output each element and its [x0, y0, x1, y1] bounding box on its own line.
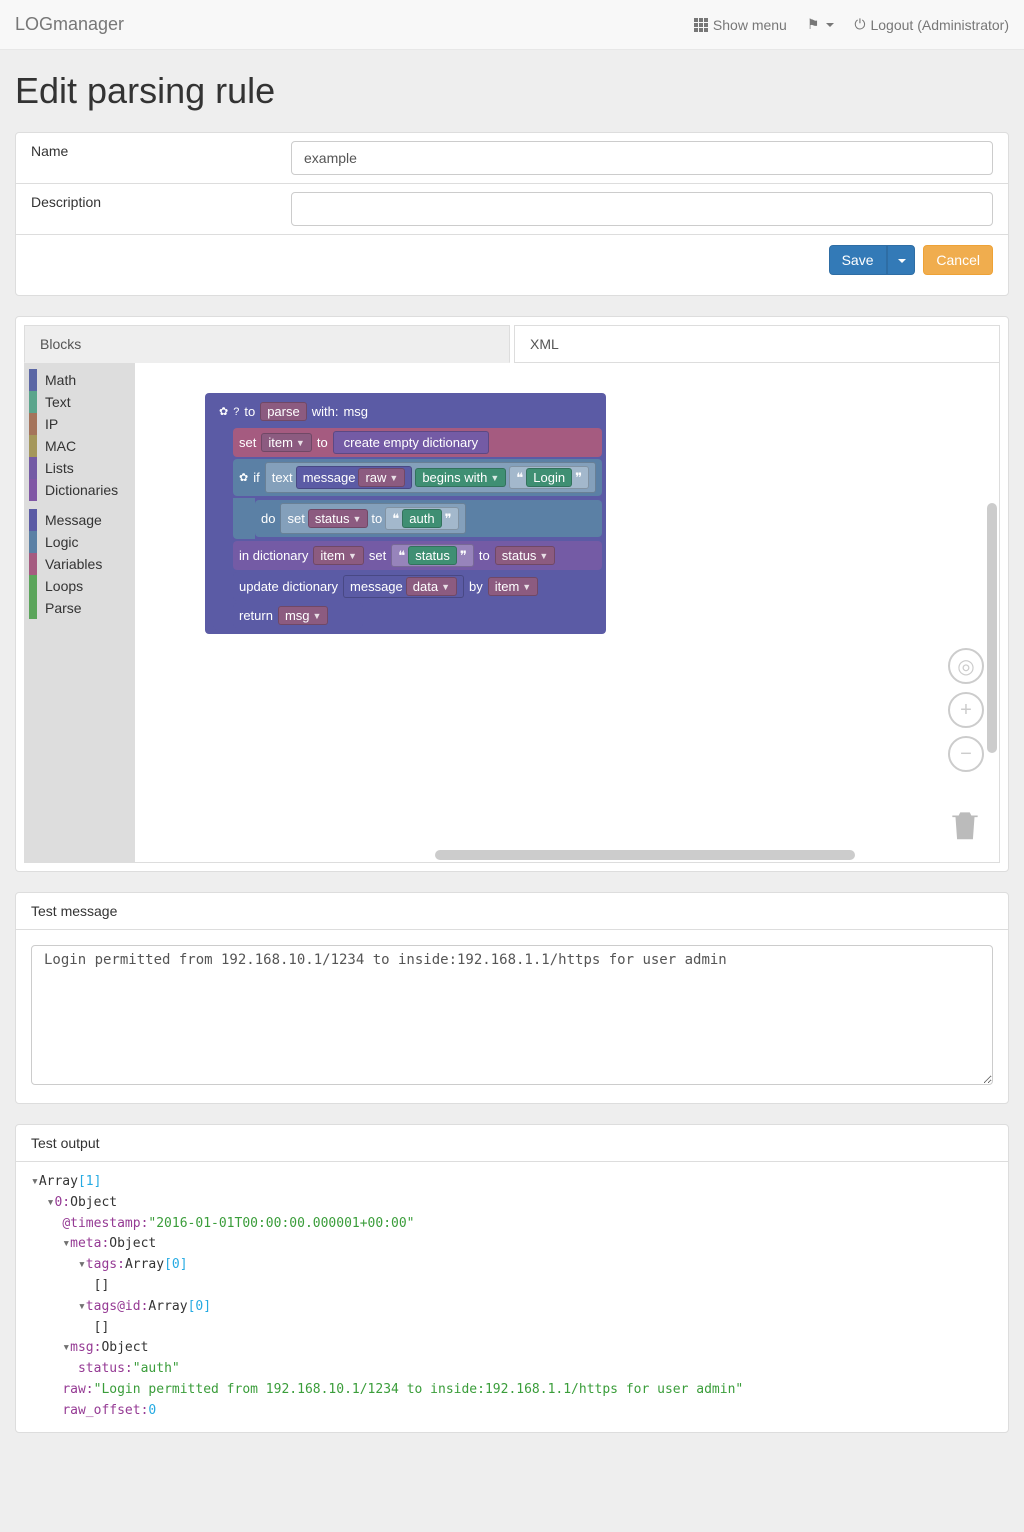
test-message-label: Test message	[16, 893, 1008, 930]
page-title: Edit parsing rule	[15, 70, 1009, 112]
trash-icon[interactable]	[946, 806, 984, 847]
zoom-in-button[interactable]: +	[948, 692, 984, 728]
horizontal-scrollbar[interactable]	[435, 850, 855, 860]
toolbox: MathTextIPMACListsDictionaries MessageLog…	[25, 363, 135, 862]
flag-dropdown[interactable]: ⚑	[807, 16, 835, 33]
description-label: Description	[16, 184, 276, 234]
cancel-button[interactable]: Cancel	[923, 245, 993, 275]
description-input[interactable]	[291, 192, 993, 226]
toolbox-loops[interactable]: Loops	[25, 575, 135, 597]
toolbox-message[interactable]: Message	[25, 509, 135, 531]
test-output-label: Test output	[16, 1125, 1008, 1162]
save-button[interactable]: Save	[829, 245, 887, 275]
toolbox-parse[interactable]: Parse	[25, 597, 135, 619]
name-input[interactable]	[291, 141, 993, 175]
center-button[interactable]: ◎	[948, 648, 984, 684]
vertical-scrollbar[interactable]	[987, 503, 997, 753]
toolbox-text[interactable]: Text	[25, 391, 135, 413]
test-output-tree: ▾Array[1] ▾0:Object @timestamp:"2016-01-…	[16, 1162, 1008, 1432]
test-message-input[interactable]	[31, 945, 993, 1085]
power-icon: ⏻	[854, 16, 865, 33]
toolbox-ip[interactable]: IP	[25, 413, 135, 435]
gear-icon[interactable]: ✿	[219, 405, 228, 418]
toolbox-variables[interactable]: Variables	[25, 553, 135, 575]
grid-icon	[694, 18, 708, 32]
show-menu-link[interactable]: Show menu	[694, 17, 787, 33]
block-program[interactable]: ✿?toparsewith:msg setitem▼tocreate empty…	[205, 393, 606, 634]
name-label: Name	[16, 133, 276, 183]
toolbox-dictionaries[interactable]: Dictionaries	[25, 479, 135, 501]
gear-icon[interactable]: ✿	[239, 471, 248, 484]
help-icon[interactable]: ?	[233, 406, 239, 418]
logout-link[interactable]: ⏻ Logout (Administrator)	[854, 16, 1009, 33]
brand[interactable]: LOGmanager	[15, 14, 124, 35]
flag-icon: ⚑	[807, 16, 820, 33]
tab-blocks[interactable]: Blocks	[24, 325, 510, 363]
tab-xml[interactable]: XML	[514, 325, 1000, 363]
toolbox-math[interactable]: Math	[25, 369, 135, 391]
zoom-out-button[interactable]: −	[948, 736, 984, 772]
toolbox-logic[interactable]: Logic	[25, 531, 135, 553]
save-dropdown-button[interactable]	[887, 245, 915, 275]
toolbox-lists[interactable]: Lists	[25, 457, 135, 479]
toolbox-mac[interactable]: MAC	[25, 435, 135, 457]
blockly-canvas[interactable]: ✿?toparsewith:msg setitem▼tocreate empty…	[135, 363, 999, 862]
